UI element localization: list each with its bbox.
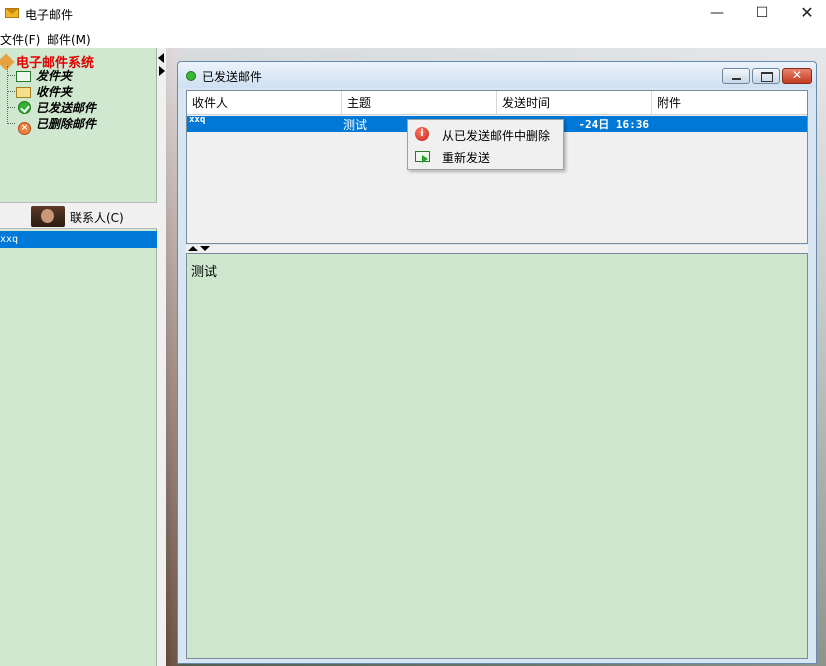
frame-close-button[interactable]: ✕ xyxy=(782,68,812,84)
tree-line xyxy=(7,75,15,76)
info-red-icon: i xyxy=(415,127,429,141)
expand-right-icon[interactable] xyxy=(159,66,165,76)
contacts-label: 联系人(C) xyxy=(70,211,124,225)
tree-root-mail-system[interactable]: 电子邮件系统 xyxy=(0,52,94,71)
menu-item-label: 重新发送 xyxy=(442,151,491,165)
close-button[interactable]: ✕ xyxy=(784,0,826,28)
contact-list-item[interactable]: xxq xyxy=(0,231,157,248)
vertical-split-divider[interactable] xyxy=(186,245,808,253)
mail-app-icon xyxy=(5,8,19,18)
maximize-icon: ☐ xyxy=(755,5,769,21)
window-title-bar: 电子邮件 — ☐ ✕ xyxy=(0,0,826,28)
close-icon: ✕ xyxy=(791,68,803,82)
arrow-down-icon[interactable] xyxy=(200,246,210,251)
message-body-text: 测试 xyxy=(191,265,218,280)
tree-item-sent[interactable]: 已发送邮件 xyxy=(18,99,96,115)
panel-splitter[interactable] xyxy=(157,48,166,666)
column-header-attachment[interactable]: 附件 xyxy=(652,91,807,115)
frame-minimize-button[interactable] xyxy=(722,68,750,84)
folder-tree: 电子邮件系统 发件夹 收件夹 已发送邮件 × 已删除邮件 xyxy=(0,52,157,202)
maximize-button[interactable]: ☐ xyxy=(739,0,785,28)
column-header-subject[interactable]: 主题 xyxy=(342,91,497,115)
tree-line xyxy=(7,107,15,108)
menu-file[interactable]: 文件(F) xyxy=(0,31,40,48)
window-title: 电子邮件 xyxy=(25,8,74,22)
tree-line xyxy=(7,123,15,124)
cell-recipient: xxq xyxy=(189,116,206,125)
menu-item-delete-from-sent[interactable]: i 从已发送邮件中删除 xyxy=(410,123,561,145)
left-panel: 电子邮件系统 发件夹 收件夹 已发送邮件 × 已删除邮件 联系人(C) xxq xyxy=(0,48,157,666)
tree-item-label: 收件夹 xyxy=(36,85,73,99)
tree-item-label: 发件夹 xyxy=(36,69,73,83)
frame-maximize-button[interactable] xyxy=(752,68,780,84)
collapse-left-icon[interactable] xyxy=(158,53,164,63)
contacts-avatar-icon xyxy=(31,206,65,227)
contacts-header-button[interactable]: 联系人(C) xyxy=(0,202,157,229)
deleted-x-icon: × xyxy=(18,122,31,135)
sent-check-icon xyxy=(18,101,31,114)
inbox-folder-icon xyxy=(16,87,31,98)
menu-item-label: 从已发送邮件中删除 xyxy=(442,129,551,143)
frame-title-bar[interactable]: 已发送邮件 ✕ xyxy=(178,62,816,88)
tree-item-outbox[interactable]: 发件夹 xyxy=(16,67,72,83)
tree-item-inbox[interactable]: 收件夹 xyxy=(16,83,72,99)
arrow-up-icon[interactable] xyxy=(188,246,198,251)
message-body-area[interactable]: 测试 xyxy=(186,253,808,659)
context-menu: i 从已发送邮件中删除 重新发送 xyxy=(407,119,564,170)
minimize-button[interactable]: — xyxy=(694,0,740,28)
minimize-icon: — xyxy=(710,5,724,21)
sent-check-icon xyxy=(186,71,196,81)
tree-line xyxy=(7,91,15,92)
outbox-icon xyxy=(16,71,31,82)
column-header-sent-time[interactable]: 发送时间 xyxy=(497,91,652,115)
menu-bar: 文件(F) 邮件(M) xyxy=(0,28,826,48)
menu-mail[interactable]: 邮件(M) xyxy=(47,31,91,48)
cell-attachment xyxy=(653,116,803,132)
tree-item-deleted[interactable]: × 已删除邮件 xyxy=(18,115,97,135)
menu-item-resend[interactable]: 重新发送 xyxy=(410,145,561,167)
resend-mail-icon xyxy=(415,151,430,163)
close-icon: ✕ xyxy=(800,3,814,22)
tree-item-label: 已删除邮件 xyxy=(36,117,97,131)
table-header: 收件人 主题 发送时间 附件 xyxy=(187,91,807,115)
column-header-recipient[interactable]: 收件人 xyxy=(187,91,342,115)
frame-title: 已发送邮件 xyxy=(202,70,263,84)
tree-item-label: 已发送邮件 xyxy=(36,101,97,115)
